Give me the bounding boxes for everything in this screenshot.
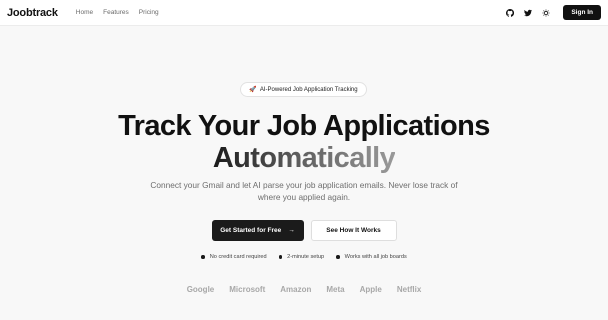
nav-link-features[interactable]: Features (103, 9, 129, 16)
nav-actions: Sign In (505, 5, 601, 20)
company-logos: Google Microsoft Amazon Meta Apple Netfl… (0, 285, 608, 294)
twitter-icon[interactable] (523, 8, 532, 17)
nav-link-pricing[interactable]: Pricing (139, 9, 159, 16)
headline-gradient-text: Automatically (212, 142, 396, 174)
hero-subtitle: Connect your Gmail and let AI parse your… (150, 180, 458, 202)
feature-item: Works with all job boards (336, 254, 407, 260)
bullet-dot-icon (278, 255, 283, 259)
bullet-dot-icon (336, 255, 340, 259)
bullet-dot-icon (201, 255, 205, 259)
logo-netflix: Netflix (396, 285, 422, 294)
sign-in-button[interactable]: Sign In (563, 5, 601, 20)
logo-amazon: Amazon (280, 285, 312, 294)
github-icon[interactable] (505, 8, 514, 17)
hero-headline: Track Your Job Applications (118, 110, 490, 142)
get-started-button[interactable]: Get Started for Free → (211, 220, 304, 241)
feature-label: No credit card required (209, 254, 267, 260)
top-navbar: Joobtrack Home Features Pricing Sign In (0, 0, 608, 26)
feature-item: No credit card required (201, 254, 267, 260)
nav-link-home[interactable]: Home (76, 9, 93, 16)
feature-item: 2-minute setup (278, 254, 325, 260)
nav-links: Home Features Pricing (76, 9, 159, 16)
cta-row: Get Started for Free → See How It Works (0, 220, 608, 241)
theme-icon[interactable] (541, 8, 550, 17)
feature-list: No credit card required 2-minute setup W… (0, 254, 608, 260)
logo-apple: Apple (359, 285, 382, 294)
brand-logo[interactable]: Joobtrack (7, 7, 58, 19)
feature-label: Works with all job boards (344, 254, 407, 260)
see-how-it-works-button[interactable]: See How It Works (310, 220, 397, 241)
feature-badge: 🚀 AI-Powered Job Application Tracking (240, 82, 367, 97)
logo-microsoft: Microsoft (229, 285, 266, 294)
logo-google: Google (186, 285, 215, 294)
get-started-label: Get Started for Free (220, 227, 282, 234)
logo-meta: Meta (326, 285, 345, 294)
arrow-right-icon: → (288, 227, 295, 234)
rocket-icon: 🚀 (249, 87, 257, 93)
hero-headline-accent: Automatically (0, 142, 608, 174)
badge-text: AI-Powered Job Application Tracking (259, 86, 358, 93)
feature-label: 2-minute setup (287, 254, 325, 260)
